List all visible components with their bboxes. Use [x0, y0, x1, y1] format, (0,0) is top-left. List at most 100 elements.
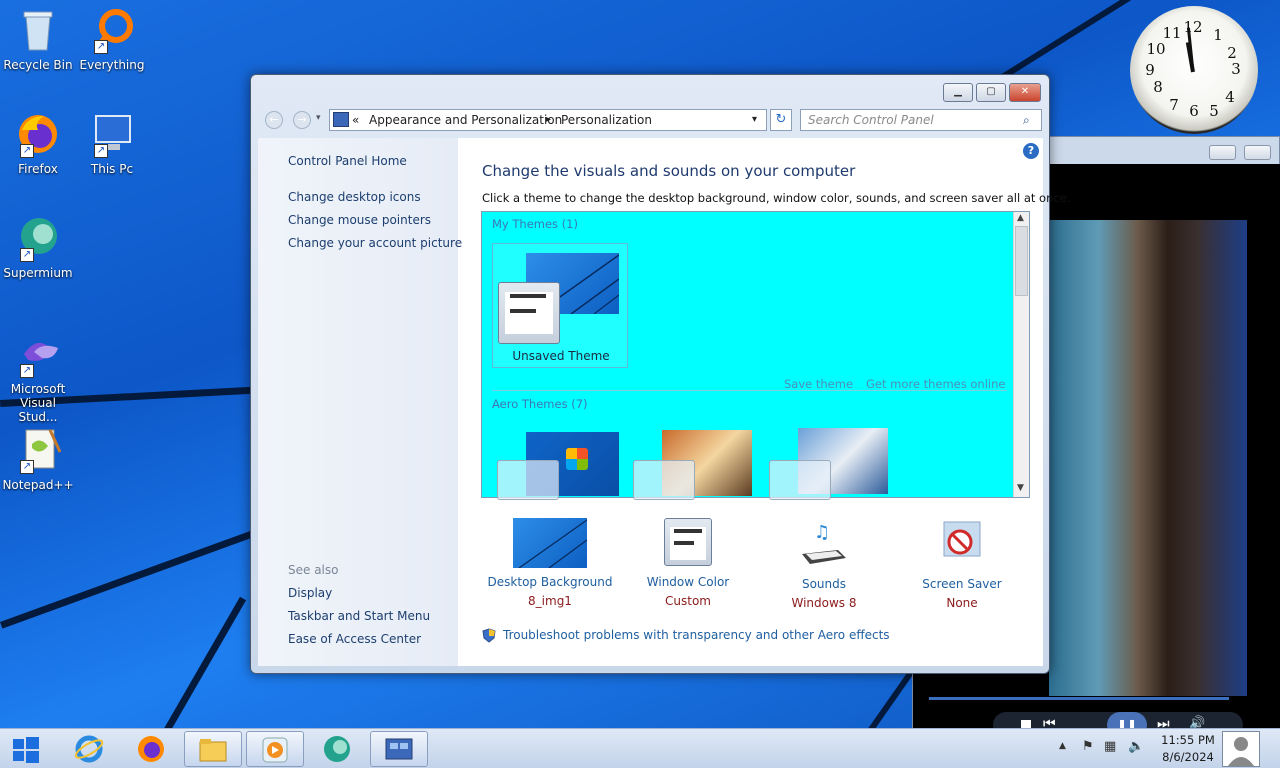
- scroll-up-icon[interactable]: ▲: [1017, 213, 1024, 223]
- breadcrumb-personalization[interactable]: Personalization: [561, 113, 652, 127]
- video-frame: [1049, 220, 1247, 696]
- troubleshoot-link[interactable]: Troubleshoot problems with transparency …: [503, 628, 890, 642]
- unsaved-theme-tile[interactable]: Unsaved Theme: [492, 243, 628, 368]
- desktop-icon-label: Microsoft Visual Stud...: [10, 382, 66, 424]
- desktop-icon-firefox[interactable]: ↗ Firefox: [0, 110, 76, 176]
- get-more-themes-link[interactable]: Get more themes online: [866, 377, 1005, 391]
- desktop-icon-label: Recycle Bin: [3, 58, 73, 72]
- themes-scrollbar[interactable]: ▲ ▼: [1013, 212, 1029, 497]
- personalization-window[interactable]: ▁ ▢ ✕ ← → ▾ « Appearance and Personaliza…: [250, 74, 1070, 674]
- user-silhouette-icon: [1228, 737, 1254, 766]
- folder-icon: [199, 739, 227, 762]
- unsaved-theme-label: Unsaved Theme: [512, 349, 610, 363]
- maximize-button[interactable]: ▢: [976, 83, 1006, 102]
- desktop-icon-this-pc[interactable]: ↗ This Pc: [74, 110, 150, 176]
- display-link[interactable]: Display: [288, 586, 332, 600]
- clock-number: 10: [1146, 40, 1166, 58]
- taskbar-time[interactable]: 11:55 PM: [1150, 733, 1226, 747]
- aero-theme-swatch: [769, 460, 831, 500]
- breadcrumb-separator[interactable]: ▸: [546, 114, 551, 125]
- aero-theme-swatch: [633, 460, 695, 500]
- change-desktop-icons-link[interactable]: Change desktop icons: [288, 190, 421, 204]
- desktop-icon-label: This Pc: [90, 162, 134, 176]
- start-button[interactable]: [0, 731, 52, 767]
- recycle-bin-icon: [14, 6, 62, 54]
- clock-number: 7: [1169, 96, 1179, 114]
- svg-text:♫: ♫: [814, 522, 830, 543]
- firefox-icon: ↗: [14, 110, 62, 158]
- control-panel-icon: [385, 738, 413, 760]
- taskbar-start-menu-link[interactable]: Taskbar and Start Menu: [288, 609, 430, 623]
- desktop-background-setting[interactable]: Desktop Background 8_img1: [480, 518, 620, 608]
- firefox-icon: [138, 736, 164, 762]
- taskbar-file-explorer[interactable]: [184, 731, 242, 767]
- refresh-button[interactable]: ↻: [770, 109, 792, 131]
- taskbar-media-player[interactable]: [246, 731, 304, 767]
- clock-number: 1: [1213, 26, 1223, 44]
- back-button[interactable]: ←: [265, 111, 283, 129]
- change-account-picture-link[interactable]: Change your account picture: [288, 236, 462, 250]
- taskbar-firefox[interactable]: [122, 731, 180, 767]
- aero-theme-swatch: [497, 460, 559, 500]
- breadcrumb-appearance[interactable]: Appearance and Personalization: [369, 113, 562, 127]
- taskbar-date[interactable]: 8/6/2024: [1150, 750, 1226, 764]
- window-color-label[interactable]: Window Color: [618, 575, 758, 589]
- minimize-button[interactable]: [1209, 145, 1236, 160]
- scroll-down-icon[interactable]: ▼: [1017, 483, 1024, 493]
- sounds-label[interactable]: Sounds: [754, 577, 894, 591]
- taskbar-control-panel[interactable]: [370, 731, 428, 767]
- sounds-setting[interactable]: ♫ Sounds Windows 8: [754, 516, 894, 610]
- screen-saver-value: None: [946, 596, 978, 610]
- change-mouse-pointers-link[interactable]: Change mouse pointers: [288, 213, 431, 227]
- screen-saver-label[interactable]: Screen Saver: [892, 577, 1032, 591]
- help-icon[interactable]: ?: [1023, 143, 1039, 159]
- search-box[interactable]: Search Control Panel ⌕: [800, 109, 1042, 131]
- address-dropdown-icon[interactable]: ▾: [752, 114, 757, 125]
- taskbar: ▲ ⚑ ▦ 🔈 11:55 PM 8/6/2024: [0, 728, 1280, 768]
- clock-number: 11: [1162, 24, 1182, 42]
- close-button[interactable]: ✕: [1009, 83, 1041, 102]
- ease-of-access-link[interactable]: Ease of Access Center: [288, 632, 421, 646]
- control-panel-icon: [333, 112, 349, 127]
- breadcrumb-root[interactable]: «: [352, 113, 359, 127]
- aero-themes-heading: Aero Themes (7): [492, 397, 588, 411]
- seek-bar[interactable]: [929, 697, 1229, 700]
- clock-number: 5: [1209, 102, 1219, 120]
- clock-gadget[interactable]: 12 1 2 3 4 5 6 7 8 9 10 11: [1130, 6, 1258, 134]
- address-bar[interactable]: « Appearance and Personalization ▸ Perso…: [329, 109, 767, 131]
- action-center-flag-icon[interactable]: ⚑: [1082, 739, 1094, 754]
- network-icon[interactable]: ▦: [1104, 739, 1116, 754]
- user-avatar[interactable]: [1222, 731, 1260, 767]
- forward-button[interactable]: →: [293, 111, 311, 129]
- scrollbar-thumb[interactable]: [1015, 226, 1028, 296]
- notepadpp-icon: ↗: [14, 426, 62, 474]
- wallpaper-stripe: [0, 519, 285, 629]
- supermium-icon: ↗: [14, 214, 62, 262]
- window-color-setting[interactable]: Window Color Custom: [618, 518, 758, 608]
- left-task-pane: Control Panel Home Change desktop icons …: [258, 138, 462, 666]
- desktop-icon-recycle-bin[interactable]: Recycle Bin: [0, 6, 76, 72]
- desktop-icon-notepadpp[interactable]: ↗ Notepad++: [0, 426, 76, 492]
- desktop-icon-label: Firefox: [18, 162, 58, 176]
- page-heading: Change the visuals and sounds on your co…: [482, 162, 856, 180]
- desktop-icon-visual-studio[interactable]: ↗ Microsoft Visual Stud...: [0, 330, 76, 424]
- search-icon[interactable]: ⌕: [1023, 113, 1030, 128]
- see-also-heading: See also: [288, 563, 339, 577]
- themes-list[interactable]: My Themes (1) Unsaved Theme Save theme G…: [481, 211, 1030, 500]
- taskbar-internet-explorer[interactable]: [60, 731, 118, 767]
- desktop-icon-supermium[interactable]: ↗ Supermium: [0, 214, 76, 280]
- desktop-icon-label: Supermium: [3, 266, 73, 280]
- clock-number: 6: [1189, 102, 1199, 120]
- taskbar-supermium[interactable]: [308, 731, 366, 767]
- control-panel-home-link[interactable]: Control Panel Home: [288, 154, 407, 168]
- clock-number: 8: [1153, 78, 1163, 96]
- volume-muted-icon[interactable]: 🔈: [1128, 739, 1144, 754]
- desktop-icon-everything[interactable]: ↗ Everything: [74, 6, 150, 72]
- desktop-background-label[interactable]: Desktop Background: [480, 575, 620, 589]
- maximize-button[interactable]: [1244, 145, 1271, 160]
- screen-saver-setting[interactable]: Screen Saver None: [892, 516, 1032, 610]
- minimize-button[interactable]: ▁: [943, 83, 973, 102]
- save-theme-link[interactable]: Save theme: [784, 377, 853, 391]
- recent-pages-chevron-icon[interactable]: ▾: [316, 113, 321, 123]
- show-hidden-icons[interactable]: ▲: [1059, 741, 1066, 751]
